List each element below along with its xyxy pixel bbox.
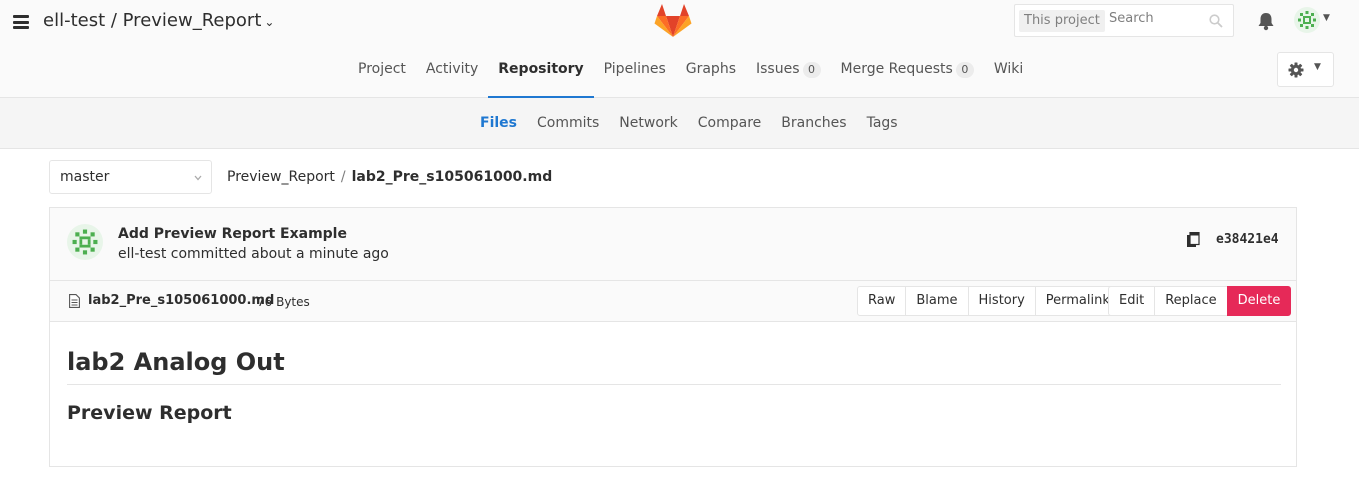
file-size: 76 Bytes (257, 295, 310, 309)
user-avatar-icon[interactable] (1294, 7, 1320, 33)
nav-pipelines[interactable]: Pipelines (594, 52, 676, 98)
project-nav: Project Activity Repository Pipelines Gr… (348, 52, 1033, 98)
commit-message-link[interactable]: Add Preview Report Example (118, 226, 347, 242)
file-viewer: lab2_Pre_s105061000.md 76 Bytes Raw Blam… (49, 280, 1297, 467)
markdown-content: lab2 Analog Out Preview Report (67, 348, 1281, 424)
caret-down-icon: ▼ (1314, 62, 1321, 72)
history-button[interactable]: History (967, 286, 1036, 316)
markdown-heading-2: Preview Report (67, 402, 232, 424)
repository-subnav: Files Commits Network Compare Branches T… (0, 98, 1359, 149)
gitlab-logo-icon[interactable] (654, 3, 692, 39)
breadcrumb: Preview_Report / lab2_Pre_s105061000.md (227, 169, 552, 185)
nav-merge-requests-label[interactable]: Merge Requests (841, 61, 953, 77)
search-box[interactable]: This project (1014, 4, 1234, 37)
gear-icon (1288, 62, 1304, 78)
search-icon[interactable] (1209, 14, 1223, 28)
nav-merge-requests[interactable]: Merge Requests 0 (831, 52, 984, 98)
caret-down-icon[interactable]: ▼ (1323, 13, 1330, 23)
chevron-down-icon[interactable]: ⌄ (264, 15, 274, 29)
breadcrumb-file: lab2_Pre_s105061000.md (351, 169, 553, 185)
top-header: ell-test / Preview_Report ⌄ This project … (0, 0, 1359, 98)
file-header: lab2_Pre_s105061000.md 76 Bytes Raw Blam… (50, 281, 1296, 322)
delete-button[interactable]: Delete (1226, 286, 1292, 316)
subnav-branches[interactable]: Branches (771, 98, 856, 131)
file-name: lab2_Pre_s105061000.md (88, 293, 275, 308)
nav-graphs[interactable]: Graphs (676, 52, 746, 98)
issues-count-badge: 0 (802, 62, 821, 78)
nav-repository[interactable]: Repository (488, 52, 594, 98)
nav-issues[interactable]: Issues 0 (746, 52, 831, 98)
subnav-tags[interactable]: Tags (857, 98, 908, 131)
commit-meta: ell-test committed about a minute ago (118, 246, 389, 262)
raw-button[interactable]: Raw (857, 286, 907, 316)
last-commit-panel: Add Preview Report Example ell-test comm… (49, 207, 1297, 281)
notifications-bell-icon[interactable] (1257, 12, 1275, 31)
commit-author-avatar-icon[interactable] (67, 224, 103, 260)
copy-clipboard-icon[interactable] (1186, 232, 1200, 248)
subnav-files[interactable]: Files (470, 98, 527, 131)
branch-select[interactable]: master (49, 160, 212, 194)
chevron-down-icon (194, 175, 202, 181)
menu-icon[interactable] (13, 15, 29, 29)
breadcrumb-project-link[interactable]: Preview_Report (227, 169, 335, 185)
search-input[interactable] (1109, 11, 1209, 26)
blame-button[interactable]: Blame (905, 286, 969, 316)
project-title[interactable]: ell-test / Preview_Report ⌄ (43, 10, 274, 31)
replace-button[interactable]: Replace (1154, 286, 1228, 316)
file-view-button-group: Raw Blame History Permalink (857, 286, 1121, 316)
nav-wiki[interactable]: Wiki (984, 52, 1033, 98)
nav-project[interactable]: Project (348, 52, 416, 98)
nav-activity[interactable]: Activity (416, 52, 488, 98)
subnav-commits[interactable]: Commits (527, 98, 609, 131)
subnav-network[interactable]: Network (609, 98, 687, 131)
file-text-icon (69, 294, 80, 308)
settings-dropdown-button[interactable]: ▼ (1277, 52, 1334, 87)
nav-issues-label[interactable]: Issues (756, 61, 800, 77)
project-path[interactable]: ell-test / Preview_Report (43, 10, 261, 31)
subnav-compare[interactable]: Compare (688, 98, 772, 131)
search-scope-badge[interactable]: This project (1019, 10, 1105, 32)
edit-button[interactable]: Edit (1108, 286, 1156, 316)
branch-name: master (60, 169, 110, 185)
markdown-heading-1: lab2 Analog Out (67, 348, 1281, 385)
commit-sha-link[interactable]: e38421e4 (1216, 232, 1279, 247)
file-edit-button-group: Edit Replace Delete (1108, 286, 1292, 316)
breadcrumb-separator: / (340, 169, 346, 185)
merge-requests-count-badge: 0 (955, 62, 974, 78)
